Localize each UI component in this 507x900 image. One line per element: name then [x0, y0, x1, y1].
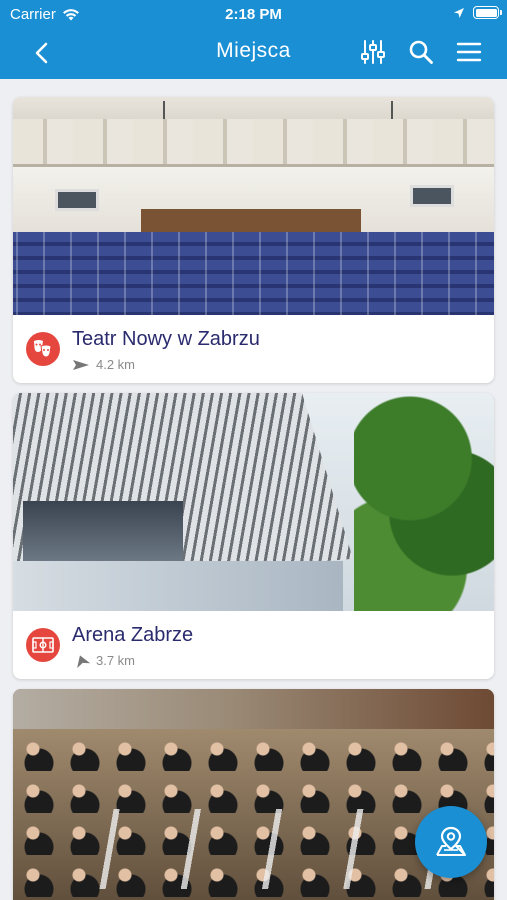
place-photo-theatre-hall: [13, 97, 494, 315]
place-card-teatr-nowy[interactable]: Teatr Nowy w Zabrzu 4.2 km: [13, 97, 494, 383]
place-photo-orchestra: [13, 689, 494, 900]
navbar: Miejsca: [0, 28, 507, 79]
direction-arrow-icon: [77, 654, 90, 668]
navbar-actions: [359, 38, 483, 66]
theatre-masks-icon: [34, 340, 52, 358]
direction-arrow-icon: [73, 359, 89, 370]
place-distance: 4.2 km: [72, 357, 135, 372]
map-view-button[interactable]: [415, 806, 487, 878]
category-badge: [26, 332, 60, 366]
place-title: Teatr Nowy w Zabrzu: [72, 328, 260, 350]
map-pin-icon: [436, 826, 466, 856]
status-time: 2:18 PM: [225, 6, 282, 23]
filter-button[interactable]: [359, 38, 387, 66]
header: Carrier 2:18 PM Miejsca: [0, 0, 507, 79]
category-badge: [26, 628, 60, 662]
location-arrow-icon: [454, 7, 464, 18]
search-button[interactable]: [407, 38, 435, 66]
distance-value: 4.2 km: [96, 357, 136, 372]
place-card-arena-zabrze[interactable]: Arena Zabrze 3.7 km: [13, 393, 494, 679]
place-title: Arena Zabrze: [72, 624, 194, 646]
search-icon: [409, 40, 433, 64]
filter-sliders-icon: [361, 40, 385, 64]
hamburger-menu-icon: [456, 42, 482, 62]
status-bar: Carrier 2:18 PM: [0, 0, 507, 28]
menu-button[interactable]: [455, 38, 483, 66]
place-info: Teatr Nowy w Zabrzu 4.2 km: [13, 315, 494, 383]
battery-icon: [473, 6, 502, 19]
place-card-orchestra[interactable]: [13, 689, 494, 900]
status-right: [453, 6, 502, 19]
place-distance: 3.7 km: [72, 653, 135, 668]
distance-value: 3.7 km: [96, 653, 136, 668]
place-info: Arena Zabrze 3.7 km: [13, 611, 494, 679]
place-photo-arena: [13, 393, 494, 611]
stadium-field-icon: [32, 637, 54, 653]
